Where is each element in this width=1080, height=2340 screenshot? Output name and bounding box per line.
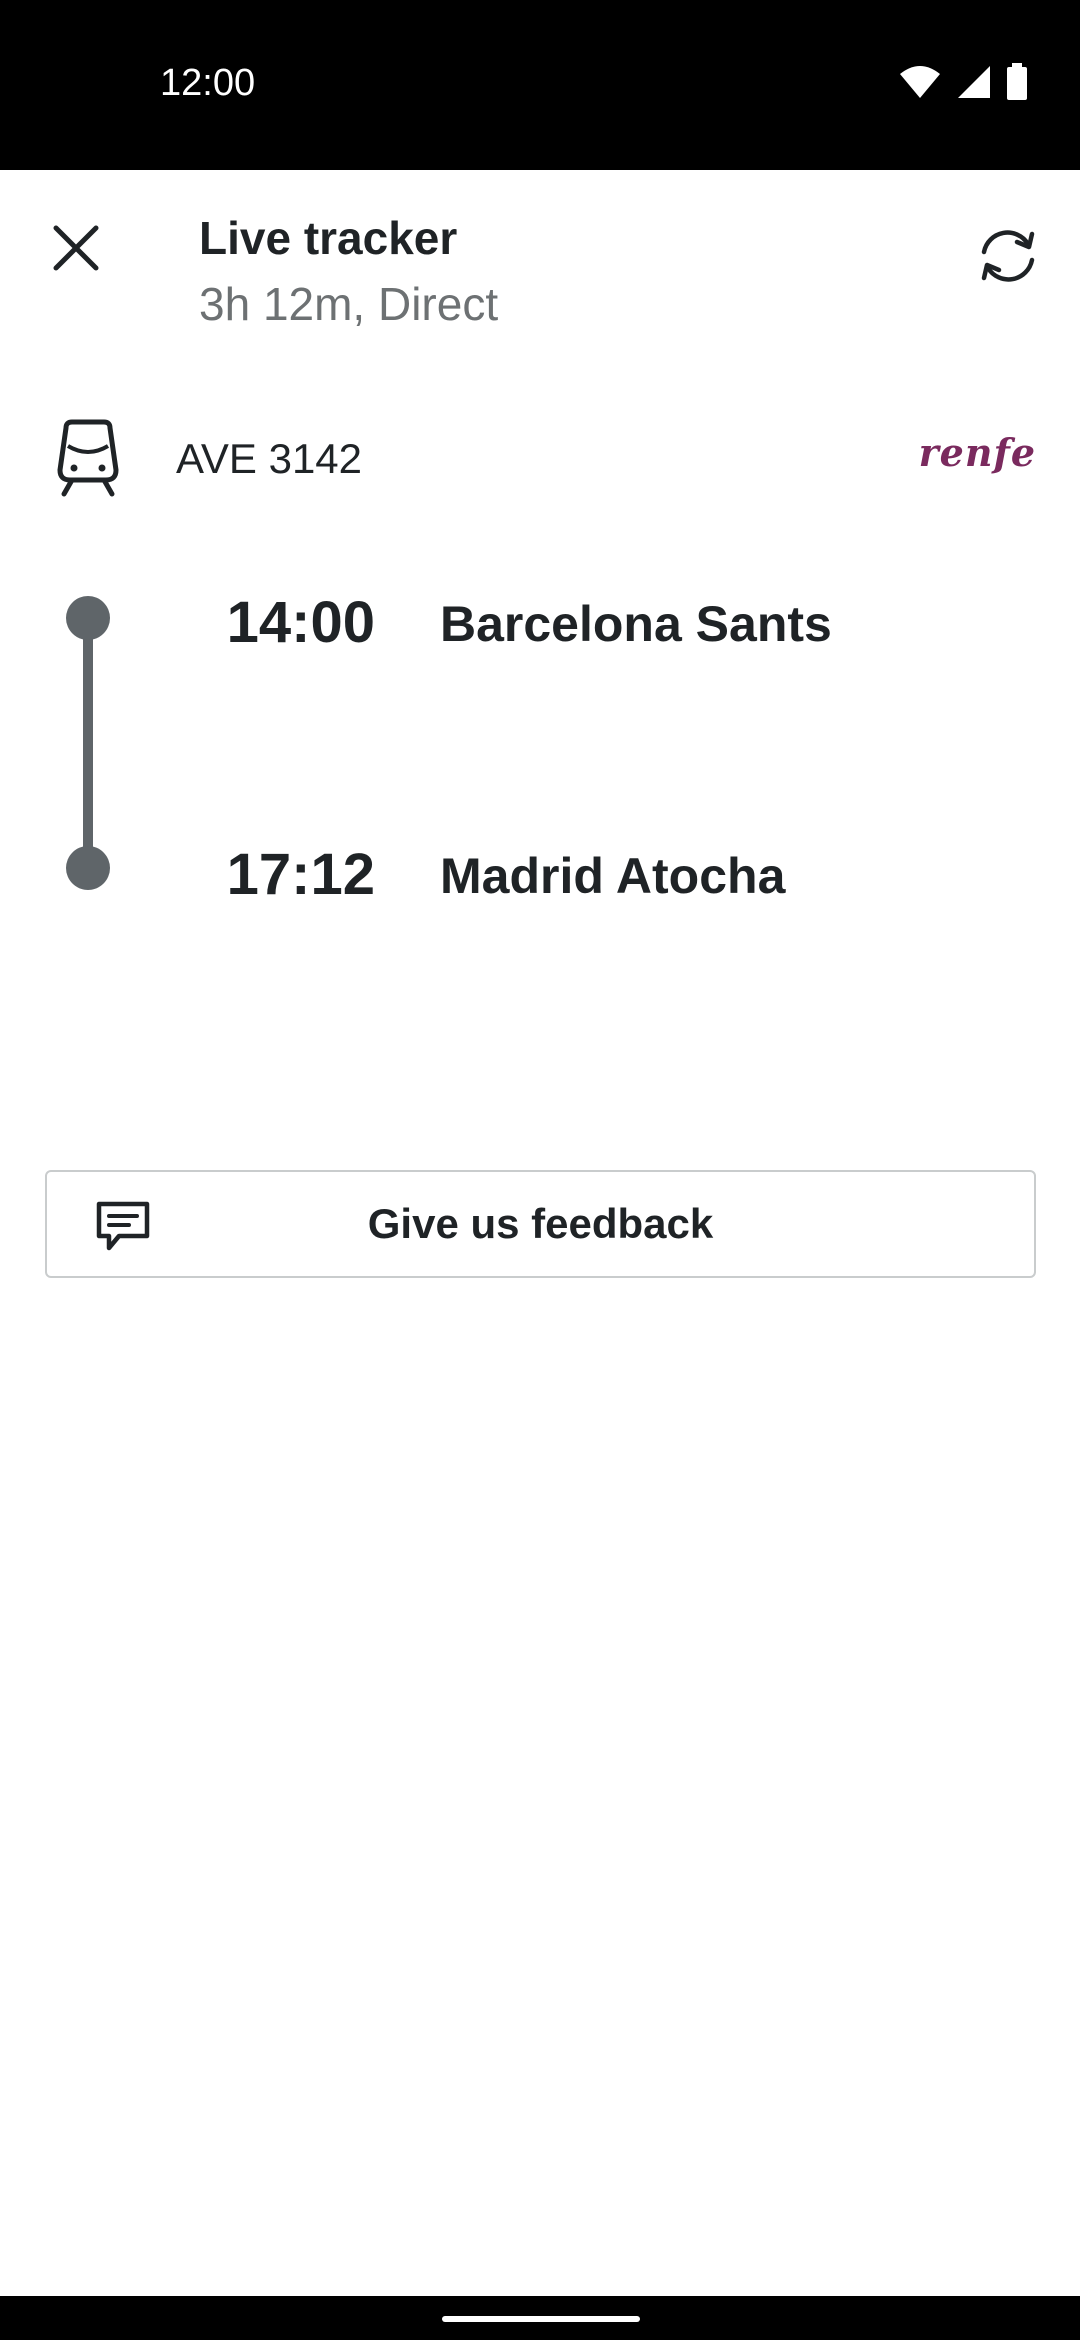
arrival-station: Madrid Atocha (440, 848, 786, 904)
feedback-label: Give us feedback (367, 1200, 714, 1247)
refresh-button[interactable] (960, 208, 1056, 304)
arrival-dot (66, 846, 110, 890)
timeline-line (83, 618, 93, 870)
journey-timeline: 14:00 Barcelona Sants 17:12 Madrid Atoch… (0, 590, 1080, 910)
train-info: AVE 3142 renfe (0, 410, 1080, 510)
page-title: Live tracker (199, 212, 458, 264)
train-number: AVE 3142 (176, 435, 363, 482)
status-time: 12:00 (160, 62, 256, 104)
signal-icon (958, 66, 990, 98)
departure-time: 14:00 (226, 590, 375, 655)
departure-station: Barcelona Sants (440, 596, 832, 652)
journey-summary: 3h 12m, Direct (199, 278, 499, 330)
battery-icon (1007, 63, 1027, 100)
arrival-time: 17:12 (226, 842, 375, 907)
departure-dot (66, 596, 110, 640)
navigation-bar (0, 2296, 1080, 2340)
feedback-button[interactable]: Give us feedback (45, 1170, 1036, 1278)
header: Live tracker 3h 12m, Direct (0, 170, 1080, 370)
close-button[interactable] (36, 208, 116, 288)
status-bar: 12:00 (0, 0, 1080, 170)
operator-logo: renfe (918, 430, 1036, 475)
wifi-icon (900, 66, 940, 98)
close-icon (53, 225, 99, 271)
train-icon (57, 419, 119, 497)
status-icons (898, 62, 1028, 102)
home-handle[interactable] (442, 2316, 640, 2322)
refresh-icon (981, 230, 1035, 282)
